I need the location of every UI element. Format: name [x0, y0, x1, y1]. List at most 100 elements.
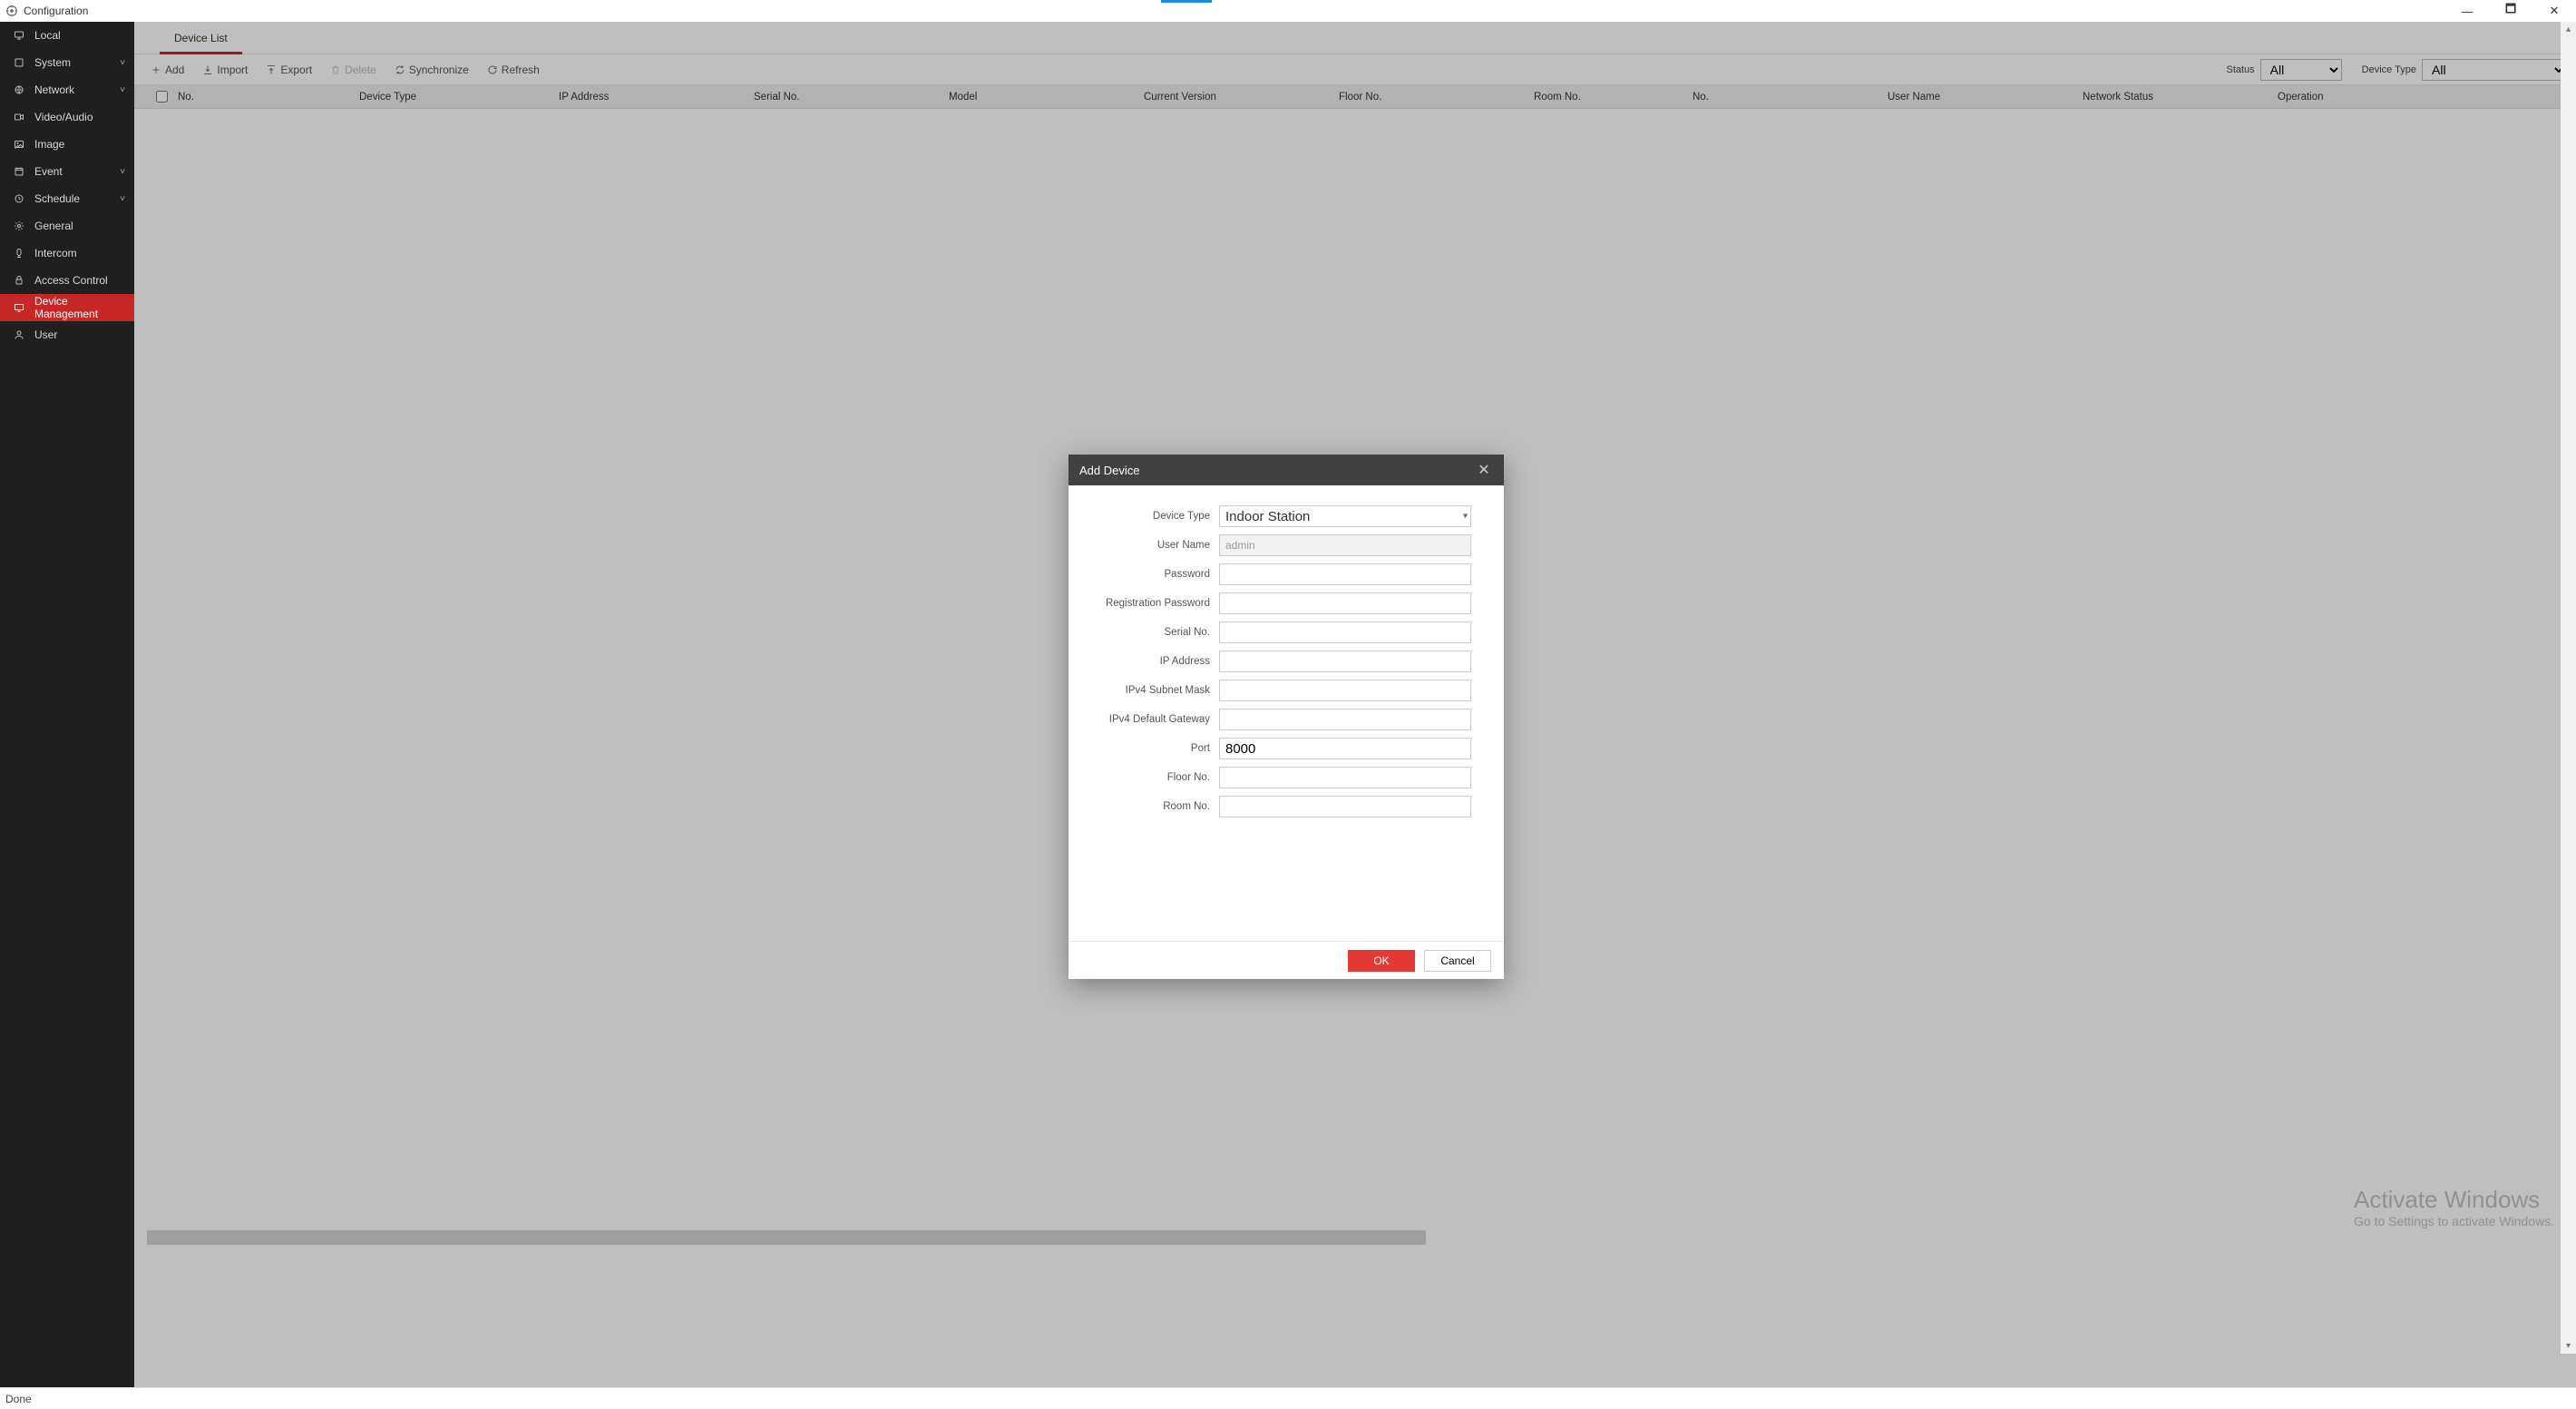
- watermark-title: Activate Windows: [2354, 1186, 2554, 1214]
- device-type-label: Device Type: [1087, 511, 1219, 522]
- gateway-input[interactable]: [1219, 709, 1471, 730]
- close-icon[interactable]: ✕: [1475, 461, 1493, 479]
- video-icon: [13, 111, 25, 123]
- sidebar-item-schedule[interactable]: Schedule ˅: [0, 185, 134, 212]
- column-no-2[interactable]: No.: [1693, 92, 1888, 103]
- password-input[interactable]: [1219, 563, 1471, 585]
- room-no-input[interactable]: [1219, 796, 1471, 817]
- serial-no-input[interactable]: [1219, 621, 1471, 643]
- import-button[interactable]: Import: [195, 60, 255, 80]
- user-name-label: User Name: [1087, 540, 1219, 551]
- user-icon: [13, 328, 25, 341]
- intercom-icon: [13, 247, 25, 259]
- refresh-icon: [487, 64, 498, 75]
- modal-title: Add Device: [1079, 464, 1139, 477]
- export-button[interactable]: Export: [259, 60, 319, 80]
- system-icon: [13, 56, 25, 69]
- export-icon: [266, 64, 277, 75]
- column-device-type[interactable]: Device Type: [359, 92, 559, 103]
- device-type-filter: Device Type All: [2362, 59, 2567, 81]
- synchronize-button[interactable]: Synchronize: [387, 60, 476, 80]
- sidebar: Local System ˅ Network ˅ Video/Audio Ima…: [0, 22, 134, 1397]
- sidebar-item-label: Local: [34, 29, 61, 42]
- sidebar-item-label: Access Control: [34, 274, 108, 287]
- device-type-filter-select[interactable]: All: [2422, 59, 2567, 81]
- sidebar-item-intercom[interactable]: Intercom: [0, 240, 134, 267]
- vertical-scrollbar[interactable]: ▴ ▾: [2561, 22, 2576, 1354]
- delete-button[interactable]: Delete: [323, 60, 384, 80]
- select-all-checkbox[interactable]: [156, 91, 168, 103]
- sidebar-item-label: Image: [34, 138, 64, 151]
- sidebar-item-general[interactable]: General: [0, 212, 134, 240]
- chevron-down-icon: ˅: [120, 167, 125, 177]
- sidebar-item-event[interactable]: Event ˅: [0, 158, 134, 185]
- refresh-button[interactable]: Refresh: [480, 60, 547, 80]
- plus-icon: [151, 64, 161, 75]
- horizontal-scrollbar[interactable]: [147, 1230, 1426, 1245]
- floor-no-input[interactable]: [1219, 767, 1471, 788]
- column-model[interactable]: Model: [949, 92, 1144, 103]
- status-filter-select[interactable]: All: [2260, 59, 2342, 81]
- schedule-icon: [13, 192, 25, 205]
- registration-password-label: Registration Password: [1087, 598, 1219, 609]
- chevron-down-icon: ˅: [120, 194, 125, 204]
- password-label: Password: [1087, 569, 1219, 580]
- sidebar-item-local[interactable]: Local: [0, 22, 134, 49]
- sidebar-item-network[interactable]: Network ˅: [0, 76, 134, 103]
- sidebar-item-label: User: [34, 328, 57, 341]
- scroll-down-arrow-icon[interactable]: ▾: [2561, 1338, 2576, 1354]
- registration-password-input[interactable]: [1219, 592, 1471, 614]
- ip-address-input[interactable]: [1219, 651, 1471, 672]
- cancel-button[interactable]: Cancel: [1424, 950, 1491, 972]
- column-network-status[interactable]: Network Status: [2083, 92, 2278, 103]
- device-type-select[interactable]: ▾: [1219, 505, 1471, 527]
- sidebar-item-label: Network: [34, 83, 74, 96]
- status-bar: Done: [0, 1387, 2576, 1409]
- column-no[interactable]: No.: [178, 92, 359, 103]
- event-icon: [13, 165, 25, 178]
- device-type-value[interactable]: [1219, 505, 1471, 527]
- window-close-button[interactable]: ✕: [2532, 0, 2576, 22]
- sidebar-item-access-control[interactable]: Access Control: [0, 267, 134, 294]
- sidebar-item-device-management[interactable]: Device Management: [0, 294, 134, 321]
- column-user-name[interactable]: User Name: [1888, 92, 2083, 103]
- watermark-subtitle: Go to Settings to activate Windows.: [2354, 1214, 2554, 1228]
- sidebar-item-user[interactable]: User: [0, 321, 134, 348]
- status-filter-label: Status: [2226, 64, 2254, 75]
- port-input[interactable]: [1219, 738, 1471, 759]
- ip-address-label: IP Address: [1087, 656, 1219, 667]
- column-room-no[interactable]: Room No.: [1534, 92, 1693, 103]
- window-maximize-button[interactable]: 🗖: [2489, 0, 2532, 22]
- ok-button[interactable]: OK: [1348, 950, 1415, 972]
- modal-body: Device Type ▾ User Name Password Registr…: [1068, 485, 1504, 941]
- app-icon: [5, 5, 18, 17]
- tab-device-list[interactable]: Device List: [160, 23, 242, 54]
- sidebar-item-label: Event: [34, 165, 63, 178]
- add-button[interactable]: Add: [143, 60, 191, 80]
- column-floor-no[interactable]: Floor No.: [1339, 92, 1534, 103]
- sync-icon: [395, 64, 405, 75]
- gear-icon: [13, 220, 25, 232]
- delete-icon: [330, 64, 341, 75]
- window-minimize-button[interactable]: —: [2445, 0, 2489, 22]
- chevron-down-icon: ˅: [120, 85, 125, 95]
- column-serial-no[interactable]: Serial No.: [754, 92, 949, 103]
- browser-load-indicator: [1161, 0, 1212, 3]
- port-label: Port: [1087, 743, 1219, 754]
- column-current-version[interactable]: Current Version: [1144, 92, 1339, 103]
- gateway-label: IPv4 Default Gateway: [1087, 714, 1219, 725]
- sidebar-item-label: Intercom: [34, 247, 77, 259]
- toolbar: Add Import Export Delete Synchronize Ref…: [134, 54, 2576, 85]
- column-operation[interactable]: Operation: [2278, 92, 2576, 103]
- sidebar-item-image[interactable]: Image: [0, 131, 134, 158]
- floor-no-label: Floor No.: [1087, 772, 1219, 783]
- import-icon: [202, 64, 213, 75]
- user-name-input[interactable]: [1219, 534, 1471, 556]
- add-device-modal: Add Device ✕ Device Type ▾ User Name Pas…: [1068, 455, 1504, 979]
- subnet-mask-input[interactable]: [1219, 680, 1471, 701]
- modal-title-bar[interactable]: Add Device ✕: [1068, 455, 1504, 485]
- sidebar-item-video-audio[interactable]: Video/Audio: [0, 103, 134, 131]
- scroll-up-arrow-icon[interactable]: ▴: [2561, 22, 2576, 37]
- sidebar-item-system[interactable]: System ˅: [0, 49, 134, 76]
- column-ip-address[interactable]: IP Address: [559, 92, 754, 103]
